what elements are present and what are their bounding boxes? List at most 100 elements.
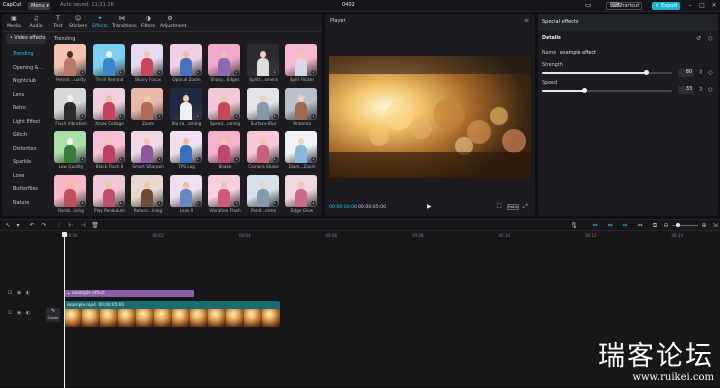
split-view-icon[interactable]: ⧉ xyxy=(651,222,659,229)
close-icon[interactable]: ✕ xyxy=(710,2,718,10)
sidebar-item[interactable]: Trending xyxy=(6,50,46,60)
preview-axis-icon[interactable]: ⇔ xyxy=(636,222,644,229)
effect-item[interactable]: ↓Petrolc...uality xyxy=(54,44,86,84)
delete-icon[interactable]: 🗑 xyxy=(91,222,99,229)
speed-input[interactable]: 33 xyxy=(678,86,694,94)
download-icon[interactable]: ↓ xyxy=(157,201,162,206)
effect-item[interactable]: ↓Rainb...ising xyxy=(54,175,86,215)
download-icon[interactable]: ↓ xyxy=(273,201,278,206)
tab-transitions[interactable]: ⋈Transitions xyxy=(112,16,132,31)
download-icon[interactable]: ↓ xyxy=(273,157,278,162)
download-icon[interactable]: ↓ xyxy=(311,157,316,162)
download-icon[interactable]: ↓ xyxy=(119,114,124,119)
link-main-track-icon[interactable]: ⇔ xyxy=(591,222,599,229)
tab-text[interactable]: TText xyxy=(48,16,68,31)
select-icon[interactable]: ↖ xyxy=(4,222,12,229)
strength-input[interactable]: 80 xyxy=(678,69,694,77)
export-button[interactable]: ⇪Export xyxy=(652,2,680,10)
effect-item[interactable]: ↓Antenna xyxy=(285,88,317,128)
effect-item[interactable]: ↓Play Pendulum xyxy=(93,175,125,215)
strength-keyframe-icon[interactable]: ◇ xyxy=(708,69,713,76)
speed-knob[interactable] xyxy=(582,88,587,93)
trim-right-icon[interactable]: ⊣ xyxy=(79,222,87,229)
effect-item[interactable]: ↓Split Flicker xyxy=(285,44,317,84)
effect-item[interactable]: ↓Sharp...Edges xyxy=(208,44,240,84)
download-icon[interactable]: ↓ xyxy=(80,157,85,162)
sidebar-item[interactable]: Love xyxy=(6,172,46,182)
lock-icon[interactable]: ⊡ xyxy=(8,290,12,296)
sidebar-item[interactable]: Butterflies xyxy=(6,185,46,195)
sidebar-item[interactable]: Lens xyxy=(6,91,46,101)
download-icon[interactable]: ↓ xyxy=(196,201,201,206)
effect-item[interactable]: ↓Surface Blur xyxy=(247,88,279,128)
sidebar-item[interactable]: Retro xyxy=(6,104,46,114)
download-icon[interactable]: ↓ xyxy=(119,201,124,206)
magnet-icon[interactable]: ⇔ xyxy=(606,222,614,229)
shortcut-button[interactable]: ⌨Shortcut xyxy=(606,2,642,10)
effect-item[interactable]: ↓Blu-ra...aming xyxy=(170,88,202,128)
effect-item[interactable]: ↓Low Quality xyxy=(54,131,86,171)
download-icon[interactable]: ↓ xyxy=(196,114,201,119)
effect-item[interactable]: ↓TPS Lag xyxy=(170,131,202,171)
video-mute-icon[interactable]: ◐ xyxy=(26,310,30,316)
fit-screen-icon[interactable]: ⛶ xyxy=(497,203,501,211)
tab-filters[interactable]: ◑Filters xyxy=(138,16,158,31)
download-icon[interactable]: ↓ xyxy=(119,70,124,75)
download-icon[interactable]: ↓ xyxy=(273,114,278,119)
microphone-icon[interactable]: 🎙 xyxy=(570,222,578,229)
download-icon[interactable]: ↓ xyxy=(157,114,162,119)
download-icon[interactable]: ↓ xyxy=(80,201,85,206)
video-clip[interactable]: example.mp4 00:00:05:00 xyxy=(64,301,280,327)
tab-audio[interactable]: ♫Audio xyxy=(26,16,46,31)
keyframe-icon[interactable]: ◇ xyxy=(708,35,713,42)
ratio-button[interactable]: Ratio xyxy=(507,204,519,210)
download-icon[interactable]: ↓ xyxy=(311,114,316,119)
fit-timeline-icon[interactable]: ⇲ xyxy=(711,222,719,229)
effect-item[interactable]: ↓Camera Shake xyxy=(247,131,279,171)
linkage-icon[interactable]: ⇔ xyxy=(621,222,629,229)
sidebar-item[interactable]: Sparkle xyxy=(6,158,46,168)
effect-item[interactable]: ↓Splitt...amera xyxy=(247,44,279,84)
zoom-in-icon[interactable]: ⊕ xyxy=(700,222,708,229)
undo-icon[interactable]: ↶ xyxy=(28,222,36,229)
sidebar-item[interactable]: Nature xyxy=(6,199,46,209)
maximize-icon[interactable]: □ xyxy=(698,2,706,10)
speed-keyframe-icon[interactable]: ◇ xyxy=(708,86,713,93)
sidebar-item[interactable]: Glitch xyxy=(6,131,46,141)
effect-item[interactable]: ↓Zoom xyxy=(131,88,163,128)
effect-item[interactable]: ↓Shake xyxy=(208,131,240,171)
menu-button[interactable]: Menu ▾ xyxy=(28,2,50,10)
download-icon[interactable]: ↓ xyxy=(234,70,239,75)
tab-stickers[interactable]: ☺Stickers xyxy=(68,16,88,31)
tab-adjustment[interactable]: ⚙Adjustment xyxy=(160,16,180,31)
effect-clip[interactable]: ✦ example effect xyxy=(64,290,194,297)
download-icon[interactable]: ↓ xyxy=(157,157,162,162)
download-icon[interactable]: ↓ xyxy=(196,70,201,75)
effect-item[interactable]: ↓Smart Sharpen xyxy=(131,131,163,171)
time-ruler[interactable]: 00:0000:0200:0400:0600:0800:1000:1200:14 xyxy=(62,232,720,240)
audio-toggle-icon[interactable]: ◐ xyxy=(26,290,30,296)
effect-item[interactable]: ↓Pand...orme xyxy=(247,175,279,215)
tab-effects[interactable]: ✦Effects xyxy=(90,16,110,31)
effect-item[interactable]: ↓Speed...uming xyxy=(208,88,240,128)
effect-item[interactable]: ↓Thrill Remind xyxy=(93,44,125,84)
effect-item[interactable]: ↓Leak II xyxy=(170,175,202,215)
menu-lines-icon[interactable]: ≡ xyxy=(524,17,529,24)
sidebar-item[interactable]: Nightclub xyxy=(6,77,46,87)
sidebar-header[interactable]: • Video effects xyxy=(6,34,46,44)
hide-icon[interactable]: ◉ xyxy=(17,290,21,296)
download-icon[interactable]: ↓ xyxy=(234,201,239,206)
minimize-icon[interactable]: – xyxy=(686,2,694,10)
strength-knob[interactable] xyxy=(644,70,649,75)
download-icon[interactable]: ↓ xyxy=(119,157,124,162)
play-icon[interactable]: ▶ xyxy=(427,203,432,210)
download-icon[interactable]: ↓ xyxy=(157,70,162,75)
effect-item[interactable]: ↓Retoss...ining xyxy=(131,175,163,215)
video-hide-icon[interactable]: ◉ xyxy=(17,310,21,316)
speed-slider[interactable] xyxy=(542,90,672,92)
split-icon[interactable]: ⫶ xyxy=(55,222,63,229)
sidebar-item[interactable]: Light Effect xyxy=(6,118,46,128)
tab-media[interactable]: ▣Media xyxy=(4,16,24,31)
sidebar-item[interactable]: Opening &... xyxy=(6,64,46,74)
fullscreen-icon[interactable]: ⤢ xyxy=(523,203,528,211)
